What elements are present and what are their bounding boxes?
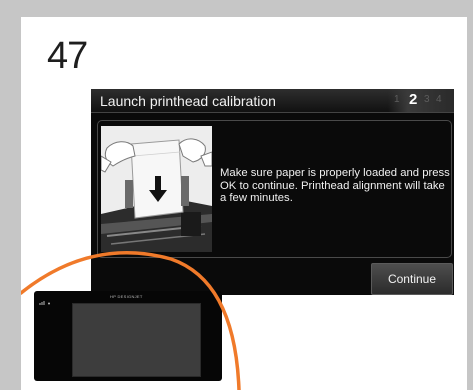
step-indicator-next: 3 <box>424 94 430 105</box>
step-indicator-next: 4 <box>436 94 442 105</box>
printer-load-paper-icon <box>101 126 212 252</box>
wifi-icon <box>39 300 53 308</box>
step-indicator-current: 2 <box>409 91 418 108</box>
screen-title: Launch printhead calibration <box>100 93 276 109</box>
control-panel-thumbnail: HP DESIGNJET <box>34 291 222 381</box>
content-panel: Make sure paper is properly loaded and p… <box>97 120 452 258</box>
screen-title-bar: Launch printhead calibration 1 2 3 4 <box>91 89 454 113</box>
continue-button[interactable]: Continue <box>371 263 453 295</box>
step-number: 47 <box>47 35 88 77</box>
brand-label: HP DESIGNJET <box>110 294 143 299</box>
instruction-message: Make sure paper is properly loaded and p… <box>220 167 450 204</box>
printer-front-panel-screen: Launch printhead calibration 1 2 3 4 Mak… <box>91 89 454 295</box>
step-indicator: 1 2 3 4 <box>388 89 454 112</box>
instruction-page: 47 Launch printhead calibration 1 2 3 4 <box>21 17 467 390</box>
step-indicator-previous: 1 <box>394 94 400 105</box>
control-panel-display <box>72 303 201 377</box>
